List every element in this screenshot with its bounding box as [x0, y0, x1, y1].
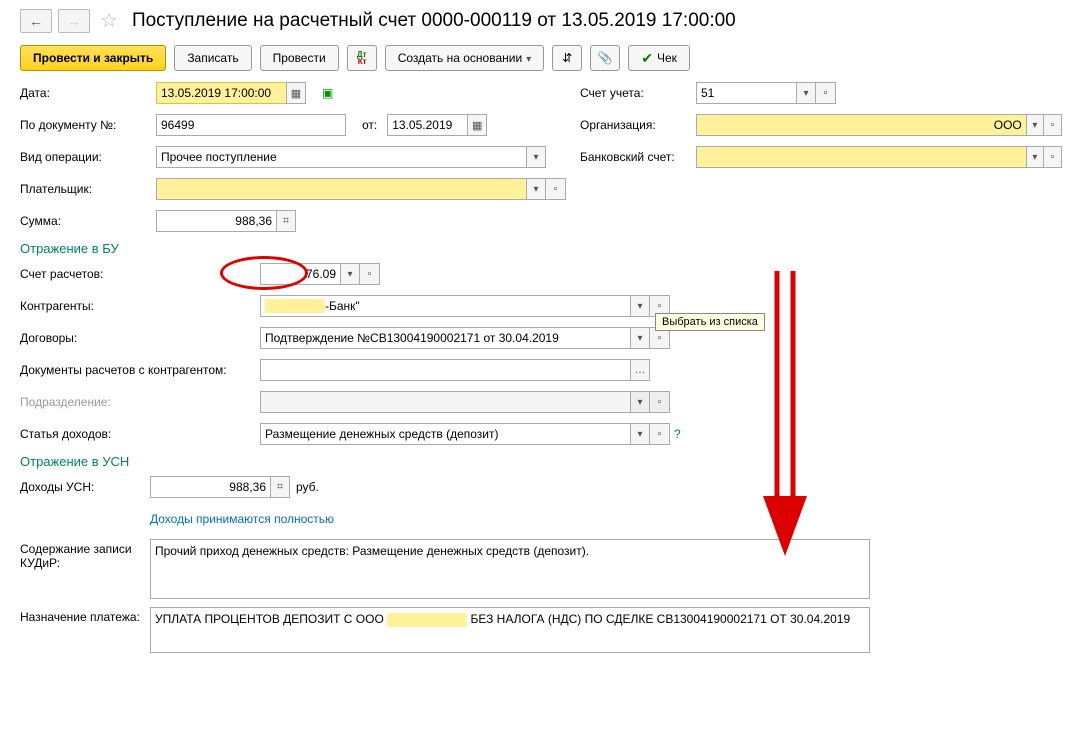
nav-forward-button[interactable]: →	[58, 9, 90, 33]
income-article-open-button[interactable]	[650, 423, 670, 445]
bank-account-open-button[interactable]	[1044, 146, 1062, 168]
kudir-content-textarea[interactable]: Прочий приход денежных средств: Размещен…	[150, 539, 870, 599]
dt-kt-button[interactable]: ДтКт	[347, 45, 377, 71]
contracts-label: Договоры:	[20, 331, 150, 345]
payer-dropdown-button[interactable]	[526, 178, 546, 200]
subdivision-label: Подразделение:	[20, 395, 260, 409]
amount-label: Сумма:	[20, 214, 150, 228]
calc-docs-more-button[interactable]	[630, 359, 650, 381]
bank-account-label: Банковский счет:	[580, 150, 690, 164]
create-based-button[interactable]: Создать на основании	[385, 45, 545, 71]
check-button[interactable]: ✔ Чек	[628, 45, 690, 71]
bank-account-input[interactable]	[696, 146, 1026, 168]
subdivision-dropdown-button	[630, 391, 650, 413]
calc-account-dropdown-button[interactable]	[340, 263, 360, 285]
bank-account-dropdown-button[interactable]	[1026, 146, 1044, 168]
account-label: Счет учета:	[580, 86, 690, 100]
check-icon: ✔	[641, 50, 653, 67]
income-article-dropdown-button[interactable]	[630, 423, 650, 445]
calc-account-input[interactable]	[260, 263, 340, 285]
org-input[interactable]: ООО	[696, 114, 1026, 136]
section-bu-header: Отражение в БУ	[20, 241, 1062, 256]
contract-input[interactable]	[260, 327, 630, 349]
favorite-star-icon[interactable]: ☆	[100, 8, 118, 33]
write-button[interactable]: Записать	[174, 45, 251, 71]
redacted-org-name	[387, 613, 467, 627]
amount-calculator-button[interactable]	[276, 210, 296, 232]
doc-date-input[interactable]	[387, 114, 467, 136]
counterparty-input[interactable]: -Банк"	[260, 295, 630, 317]
chevron-down-icon	[526, 51, 531, 65]
kudir-content-label: Содержание записи КУДиР:	[20, 539, 150, 570]
op-type-label: Вид операции:	[20, 150, 150, 164]
calendar-icon	[291, 87, 301, 100]
calc-account-open-button[interactable]	[360, 263, 380, 285]
org-label: Организация:	[580, 118, 690, 132]
date-label: Дата:	[20, 86, 150, 100]
payer-label: Плательщик:	[20, 182, 150, 196]
account-open-button[interactable]	[816, 82, 836, 104]
op-type-input[interactable]	[156, 146, 526, 168]
amount-input[interactable]	[156, 210, 276, 232]
register-icon[interactable]: ▣	[322, 86, 333, 100]
op-type-dropdown-button[interactable]	[526, 146, 546, 168]
page-title: Поступление на расчетный счет 0000-00011…	[132, 10, 736, 32]
payment-purpose-label: Назначение платежа:	[20, 607, 150, 624]
post-button[interactable]: Провести	[260, 45, 339, 71]
date-calendar-button[interactable]	[286, 82, 306, 104]
payment-purpose-textarea[interactable]: УПЛАТА ПРОЦЕНТОВ ДЕПОЗИТ С ООО БЕЗ НАЛОГ…	[150, 607, 870, 653]
org-dropdown-button[interactable]	[1026, 114, 1044, 136]
attach-button[interactable]: 📎	[590, 45, 620, 71]
section-usn-header: Отражение в УСН	[20, 454, 1062, 469]
calc-account-label: Счет расчетов:	[20, 267, 150, 281]
doc-num-input[interactable]	[156, 114, 346, 136]
nav-back-button[interactable]: ←	[20, 9, 52, 33]
doc-from-label: от:	[362, 118, 377, 132]
calc-docs-label: Документы расчетов с контрагентом:	[20, 363, 260, 377]
contract-dropdown-button[interactable]	[630, 327, 650, 349]
org-open-button[interactable]	[1044, 114, 1062, 136]
payer-input[interactable]	[156, 178, 526, 200]
rub-label: руб.	[296, 480, 319, 494]
account-dropdown-button[interactable]	[796, 82, 816, 104]
income-usn-calculator-button[interactable]	[270, 476, 290, 498]
subdivision-input	[260, 391, 630, 413]
help-icon[interactable]: ?	[674, 427, 681, 441]
subdivision-open-button	[650, 391, 670, 413]
account-input[interactable]	[696, 82, 796, 104]
income-article-input[interactable]	[260, 423, 630, 445]
counterparty-dropdown-button[interactable]	[630, 295, 650, 317]
counterparties-label: Контрагенты:	[20, 299, 150, 313]
income-usn-input[interactable]	[150, 476, 270, 498]
income-article-label: Статья доходов:	[20, 427, 260, 441]
income-usn-label: Доходы УСН:	[20, 480, 150, 494]
post-and-close-button[interactable]: Провести и закрыть	[20, 45, 166, 71]
related-button[interactable]: ⇵	[552, 45, 582, 71]
doc-num-label: По документу №:	[20, 118, 150, 132]
income-full-link[interactable]: Доходы принимаются полностью	[150, 512, 334, 526]
select-from-list-tooltip: Выбрать из списка	[655, 313, 765, 331]
doc-date-calendar-button[interactable]	[467, 114, 487, 136]
payer-open-button[interactable]	[546, 178, 566, 200]
calc-docs-input[interactable]	[260, 359, 630, 381]
date-input[interactable]	[156, 82, 286, 104]
dt-kt-icon: ДтКт	[357, 51, 367, 65]
